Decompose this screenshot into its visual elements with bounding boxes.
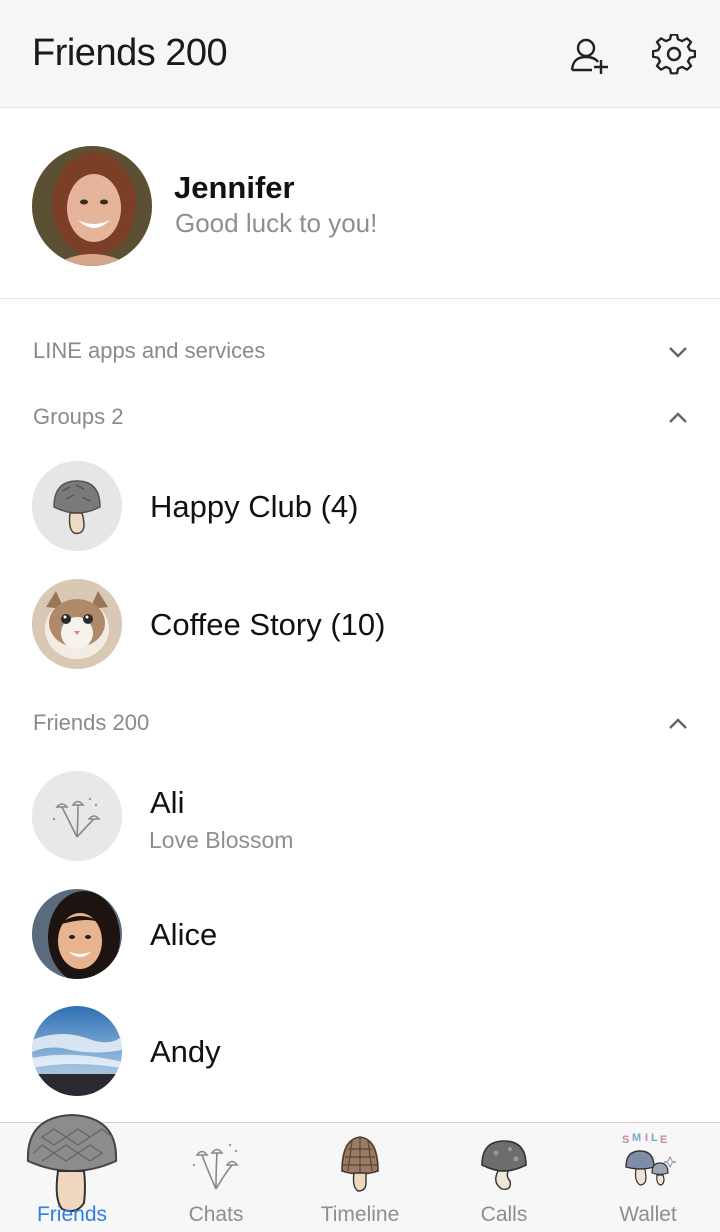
bottom-tab-bar: Friends Chats Timeline Calls S M I L E W…: [0, 1113, 720, 1232]
mushroom-icon: [481, 1140, 527, 1191]
group-name: Happy Club (4): [150, 489, 359, 524]
mushroom-sprout-icon: [192, 1143, 239, 1190]
gear-icon[interactable]: [652, 34, 696, 78]
svg-text:L: L: [651, 1132, 658, 1144]
mushroom-icon: [32, 461, 122, 551]
tab-label: Timeline: [320, 1203, 400, 1226]
svg-text:I: I: [645, 1132, 648, 1144]
section-label: LINE apps and services: [33, 338, 266, 363]
section-line-apps[interactable]: LINE apps and services: [0, 326, 720, 376]
tab-wallet[interactable]: S M I L E Wallet: [576, 1123, 720, 1232]
svg-text:E: E: [660, 1134, 667, 1146]
chevron-up-icon: [669, 718, 687, 729]
page-title: Friends 200: [32, 32, 228, 74]
my-profile[interactable]: Jennifer Good luck to you!: [0, 108, 720, 299]
tab-chats[interactable]: Chats: [144, 1123, 288, 1232]
section-label: Friends 200: [33, 710, 150, 735]
svg-text:M: M: [632, 1132, 641, 1144]
group-name: Coffee Story (10): [150, 607, 386, 642]
svg-text:S: S: [622, 1134, 629, 1146]
friend-avatar: [32, 1006, 122, 1096]
chevron-up-icon: [669, 412, 687, 423]
group-row[interactable]: Coffee Story (10): [0, 569, 720, 679]
mushroom-icon: [26, 1113, 118, 1212]
friend-row[interactable]: Alice: [0, 879, 720, 989]
morel-icon: [341, 1136, 379, 1192]
section-groups[interactable]: Groups 2: [0, 392, 720, 442]
header: Friends 200: [0, 0, 720, 108]
tab-timeline[interactable]: Timeline: [288, 1123, 432, 1232]
tab-label: Wallet: [619, 1203, 677, 1226]
section-label: Groups 2: [33, 404, 124, 429]
friend-status: Love Blossom: [149, 827, 294, 853]
section-friends[interactable]: Friends 200: [0, 698, 720, 748]
add-friend-icon[interactable]: [568, 34, 612, 78]
tab-label: Chats: [188, 1203, 244, 1226]
tab-calls[interactable]: Calls: [432, 1123, 576, 1232]
chevron-down-icon: [669, 347, 687, 358]
friend-name: Alice: [150, 917, 218, 952]
mushroom-sprout-icon: [32, 771, 122, 861]
profile-avatar: [32, 146, 152, 266]
friend-row[interactable]: Andy: [0, 996, 720, 1106]
group-avatar: [32, 579, 122, 669]
profile-status: Good luck to you!: [175, 208, 378, 238]
friend-row[interactable]: Ali Love Blossom: [0, 761, 720, 871]
tab-friends[interactable]: Friends: [0, 1113, 144, 1232]
smile-mushrooms-icon: S M I L E: [622, 1132, 677, 1186]
tab-label: Calls: [480, 1203, 528, 1226]
profile-name: Jennifer: [174, 170, 295, 205]
group-row[interactable]: Happy Club (4): [0, 451, 720, 561]
friend-avatar: [32, 889, 122, 979]
tab-label: Friends: [36, 1203, 108, 1226]
friend-name: Ali: [150, 785, 185, 820]
friend-name: Andy: [150, 1034, 221, 1069]
